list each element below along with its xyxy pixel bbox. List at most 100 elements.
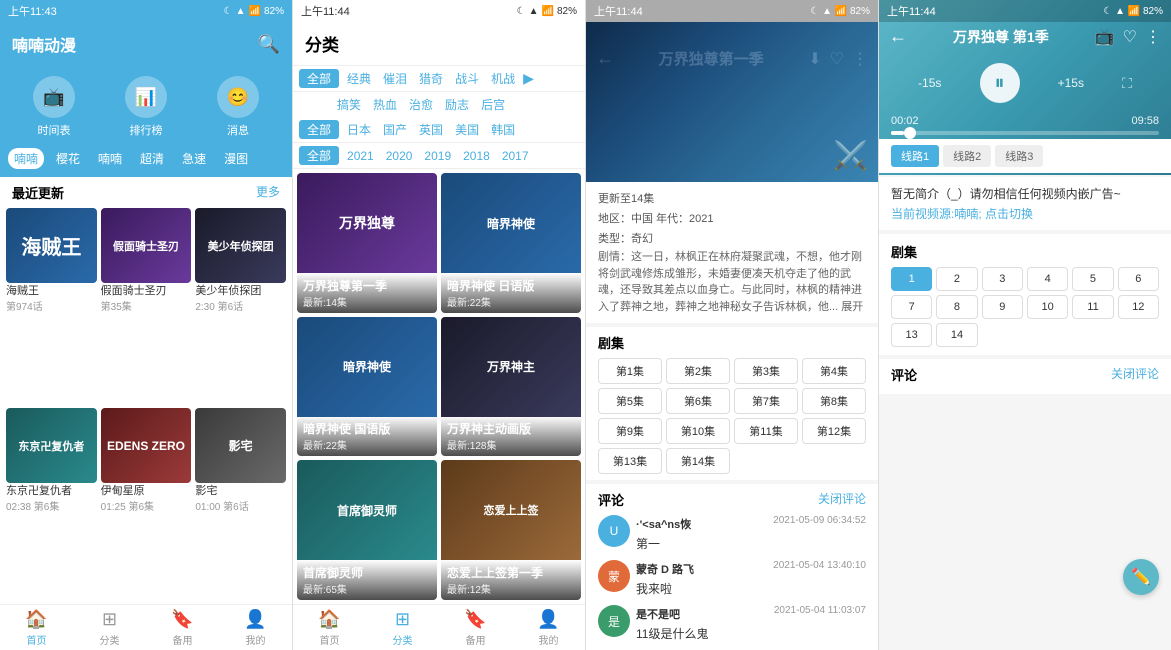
skip-forward-btn[interactable]: +15s [1058, 76, 1084, 90]
episode-btn[interactable]: 第5集 [598, 388, 662, 414]
genre-fight[interactable]: 战斗 [451, 69, 483, 88]
genre-classic[interactable]: 经典 [343, 69, 375, 88]
episode-btn-active[interactable]: 1 [891, 267, 932, 291]
year-2018[interactable]: 2018 [459, 148, 494, 164]
tab-nannan[interactable]: 喃喃 [8, 148, 44, 169]
list-item[interactable]: 万界神主 万界神主动画版 最新:128集 [441, 317, 581, 457]
episode-btn[interactable]: 5 [1072, 267, 1113, 291]
episode-btn[interactable]: 14 [936, 323, 977, 347]
episode-btn[interactable]: 9 [982, 295, 1023, 319]
year-all-btn[interactable]: 全部 [299, 146, 339, 165]
episode-btn[interactable]: 第12集 [802, 418, 866, 444]
episode-btn[interactable]: 4 [1027, 267, 1068, 291]
tv-icon[interactable]: 📺 [1095, 27, 1115, 47]
search-icon[interactable]: 🔍 [258, 34, 280, 55]
list-item[interactable]: 假面骑士圣刃 假面骑士圣刃 第35集 [101, 208, 192, 404]
region-china[interactable]: 国产 [379, 120, 411, 139]
episode-btn[interactable]: 13 [891, 323, 932, 347]
episode-btn[interactable]: 第9集 [598, 418, 662, 444]
genre-harem[interactable]: 后宫 [477, 95, 509, 114]
genre-heal[interactable]: 治愈 [405, 95, 437, 114]
episode-btn[interactable]: 2 [936, 267, 977, 291]
nav-backup-2[interactable]: 🔖 备用 [439, 605, 512, 650]
tab-comic[interactable]: 漫图 [218, 148, 254, 169]
episode-btn[interactable]: 第4集 [802, 358, 866, 384]
episode-btn[interactable]: 10 [1027, 295, 1068, 319]
nav-category-2[interactable]: ⊞ 分类 [366, 605, 439, 650]
schedule-icon-item[interactable]: 📺 时间表 [12, 76, 96, 138]
more-button[interactable]: 更多 [256, 183, 280, 202]
episode-btn[interactable]: 3 [982, 267, 1023, 291]
nav-backup[interactable]: 🔖 备用 [146, 605, 219, 650]
list-item[interactable]: 暗界神使 暗界神使 国语版 最新:22集 [297, 317, 437, 457]
fullscreen-icon[interactable]: ⛶ [1122, 75, 1132, 92]
play-pause-button[interactable]: ⏸ [980, 63, 1020, 103]
region-all-btn[interactable]: 全部 [299, 120, 339, 139]
list-item[interactable]: 美少年侦探团 美少年侦探团 2:30 第6话 [195, 208, 286, 404]
list-item[interactable]: 影宅 影宅 01:00 第6话 [195, 408, 286, 604]
region-uk[interactable]: 英国 [415, 120, 447, 139]
episode-btn[interactable]: 11 [1072, 295, 1113, 319]
close-comments-btn[interactable]: 关闭评论 [818, 490, 866, 509]
list-item[interactable]: EDENS ZERO 伊甸星原 01:25 第6集 [101, 408, 192, 604]
episode-btn[interactable]: 6 [1118, 267, 1159, 291]
genre-funny[interactable]: 搞笑 [333, 95, 365, 114]
year-2017[interactable]: 2017 [498, 148, 533, 164]
list-item[interactable]: 万界独尊 万界独尊第一季 最新:14集 [297, 173, 437, 313]
genre-tear[interactable]: 催泪 [379, 69, 411, 88]
genre-inspire[interactable]: 励志 [441, 95, 473, 114]
year-2021[interactable]: 2021 [343, 148, 378, 164]
player-more-icon[interactable]: ⋮ [1145, 27, 1161, 47]
nav-profile[interactable]: 👤 我的 [219, 605, 292, 650]
server-1-btn[interactable]: 线路1 [891, 145, 939, 167]
episode-btn[interactable]: 第1集 [598, 358, 662, 384]
episode-btn[interactable]: 第3集 [734, 358, 798, 384]
episode-btn[interactable]: 第10集 [666, 418, 730, 444]
episode-btn[interactable]: 7 [891, 295, 932, 319]
fab-button[interactable]: ✏️ [1123, 559, 1159, 595]
episode-btn[interactable]: 第2集 [666, 358, 730, 384]
list-item[interactable]: 恋爱上上签 恋爱上上签第一季 最新:12集 [441, 460, 581, 600]
card-thumbnail: 东京卍复仇者 [6, 408, 97, 483]
episode-btn[interactable]: 第14集 [666, 448, 730, 474]
list-item[interactable]: 暗界神使 暗界神使 日语版 最新:22集 [441, 173, 581, 313]
ranking-icon-item[interactable]: 📊 排行榜 [104, 76, 188, 138]
genre-more-icon[interactable]: ▶ [523, 70, 534, 87]
genre-hot[interactable]: 热血 [369, 95, 401, 114]
episode-btn[interactable]: 第7集 [734, 388, 798, 414]
server-2-btn[interactable]: 线路2 [943, 145, 991, 167]
genre-strange[interactable]: 猎奇 [415, 69, 447, 88]
tab-ultra[interactable]: 超清 [134, 148, 170, 169]
genre-mech[interactable]: 机战 [487, 69, 519, 88]
nav-home-2[interactable]: 🏠 首页 [293, 605, 366, 650]
region-japan[interactable]: 日本 [343, 120, 375, 139]
episode-btn[interactable]: 第13集 [598, 448, 662, 474]
message-icon-item[interactable]: 😊 消息 [196, 76, 280, 138]
server-3-btn[interactable]: 线路3 [995, 145, 1043, 167]
nav-home[interactable]: 🏠 首页 [0, 605, 73, 650]
source-switch-link[interactable]: 当前视频源:喃喃; 点击切换 [891, 207, 1033, 221]
tab-nannan2[interactable]: 喃喃 [92, 148, 128, 169]
episode-btn[interactable]: 第11集 [734, 418, 798, 444]
year-2019[interactable]: 2019 [420, 148, 455, 164]
player-back-button[interactable]: ← [889, 26, 907, 47]
nav-category[interactable]: ⊞ 分类 [73, 605, 146, 650]
tab-yinghua[interactable]: 樱花 [50, 148, 86, 169]
episode-btn[interactable]: 12 [1118, 295, 1159, 319]
nav-profile-2[interactable]: 👤 我的 [512, 605, 585, 650]
region-us[interactable]: 美国 [451, 120, 483, 139]
genre-all-btn[interactable]: 全部 [299, 69, 339, 88]
player-favorite-icon[interactable]: ♡ [1123, 27, 1137, 47]
episode-btn[interactable]: 第8集 [802, 388, 866, 414]
episode-btn[interactable]: 第6集 [666, 388, 730, 414]
year-2020[interactable]: 2020 [382, 148, 417, 164]
skip-back-btn[interactable]: -15s [918, 76, 941, 90]
list-item[interactable]: 海贼王 海贼王 第974话 [6, 208, 97, 404]
player-close-comments-btn[interactable]: 关闭评论 [1111, 365, 1159, 384]
tab-fast[interactable]: 急速 [176, 148, 212, 169]
list-item[interactable]: 首席御灵师 首席御灵师 最新:65集 [297, 460, 437, 600]
progress-bar[interactable] [891, 131, 1159, 135]
region-korea[interactable]: 韩国 [487, 120, 519, 139]
episode-btn[interactable]: 8 [936, 295, 977, 319]
list-item[interactable]: 东京卍复仇者 东京卍复仇者 02:38 第6集 [6, 408, 97, 604]
